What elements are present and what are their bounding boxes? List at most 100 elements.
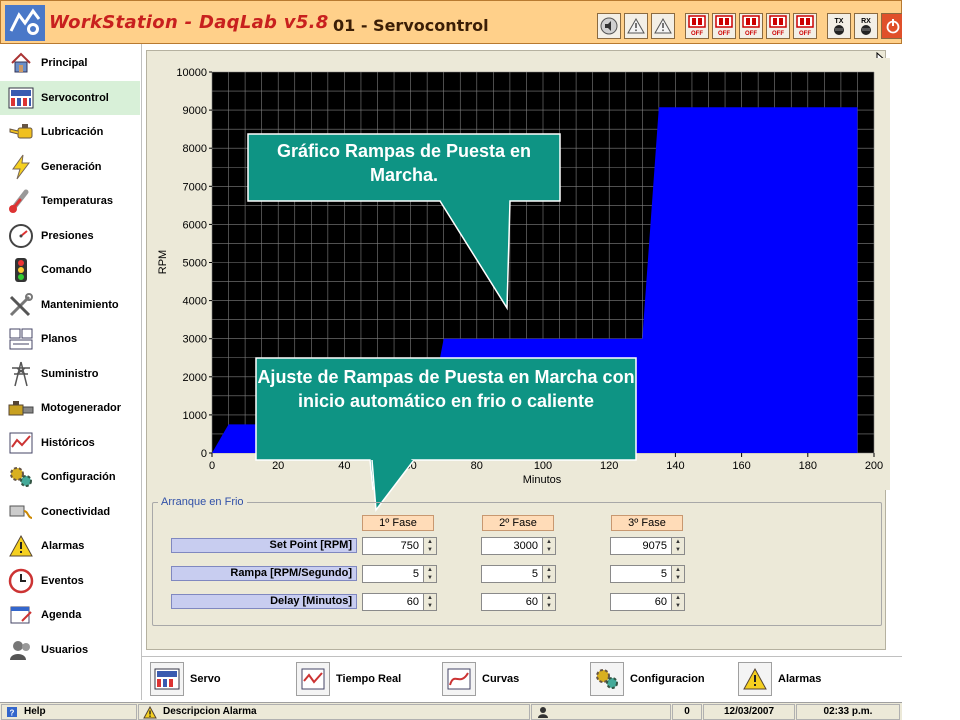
- gears-icon: [6, 462, 36, 492]
- status-time: 02:33 p.m.: [796, 704, 900, 720]
- spinner-arrows[interactable]: ▲ ▼: [543, 593, 556, 611]
- sidebar-item-label: Comando: [41, 264, 92, 276]
- sidebar-item-configuracion[interactable]: Configuración: [0, 460, 140, 494]
- sidebar-item-historicos[interactable]: Históricos: [0, 426, 140, 460]
- off-switch-icon[interactable]: OFF: [712, 13, 736, 39]
- sidebar-item-eventos[interactable]: Eventos: [0, 564, 140, 598]
- rampa-phase2-spinner[interactable]: 5 ▲ ▼: [481, 565, 556, 583]
- users-icon: [6, 635, 36, 665]
- spinner-value[interactable]: 5: [362, 565, 424, 583]
- delay-phase3-spinner[interactable]: 60 ▲ ▼: [610, 593, 685, 611]
- bottom-configuracion-label: Configuracion: [630, 673, 705, 685]
- spinner-value[interactable]: 60: [481, 593, 543, 611]
- rampa-phase3-spinner[interactable]: 5 ▲ ▼: [610, 565, 685, 583]
- rampa-phase1-spinner[interactable]: 5 ▲ ▼: [362, 565, 437, 583]
- history-chart-icon: [6, 428, 36, 458]
- warning-icon[interactable]: [651, 13, 675, 39]
- sidebar-item-usuarios[interactable]: Usuarios: [0, 633, 140, 667]
- y-tick-label: 0: [201, 448, 207, 460]
- off-switch-icon[interactable]: OFF: [766, 13, 790, 39]
- spinner-value[interactable]: 60: [610, 593, 672, 611]
- spinner-arrows[interactable]: ▲ ▼: [672, 565, 685, 583]
- spinner-arrows[interactable]: ▲ ▼: [424, 593, 437, 611]
- sidebar-item-label: Configuración: [41, 471, 116, 483]
- toolbar-icons: OFF OFF OFF OFF OFF TX RX: [597, 13, 905, 39]
- x-tick-label: 160: [732, 460, 750, 472]
- blueprint-icon: [6, 324, 36, 354]
- help-button[interactable]: ? Help: [1, 704, 137, 720]
- delay-phase1-spinner[interactable]: 60 ▲ ▼: [362, 593, 437, 611]
- warning-icon: [738, 662, 772, 696]
- setpoint-phase2-spinner[interactable]: 3000 ▲ ▼: [481, 537, 556, 555]
- settings-callout-text: Ajuste de Rampas de Puesta en Marcha con…: [257, 367, 635, 412]
- setpoint-label: Set Point [RPM]: [171, 538, 357, 553]
- sidebar-item-presiones[interactable]: Presiones: [0, 219, 140, 253]
- sidebar-item-alarmas[interactable]: Alarmas: [0, 529, 140, 563]
- x-tick-label: 140: [666, 460, 684, 472]
- spinner-value[interactable]: 750: [362, 537, 424, 555]
- servo-icon: [150, 662, 184, 696]
- spinner-arrows[interactable]: ▲ ▼: [543, 565, 556, 583]
- y-tick-label: 10000: [176, 67, 207, 79]
- sidebar-item-principal[interactable]: Principal: [0, 46, 140, 80]
- home-icon: [6, 48, 36, 78]
- status-bar: ? Help Descripcion Alarma 0 12/03/2007 0…: [0, 702, 902, 720]
- clock-icon: [6, 566, 36, 596]
- speaker-icon[interactable]: [597, 13, 621, 39]
- warning-icon[interactable]: [624, 13, 648, 39]
- setpoint-phase3-spinner[interactable]: 9075 ▲ ▼: [610, 537, 685, 555]
- y-tick-label: 8000: [183, 143, 207, 155]
- rpm-chart: 0 1000 2000 3000 4000 5000 6000 7000 8000 9000 100…: [150, 58, 890, 513]
- setpoint-phase1-spinner[interactable]: 750 ▲ ▼: [362, 537, 437, 555]
- help-label: Help: [24, 706, 46, 717]
- bottom-tiempo-real-label: Tiempo Real: [336, 673, 402, 685]
- delay-phase2-spinner[interactable]: 60 ▲ ▼: [481, 593, 556, 611]
- bottom-curvas-button[interactable]: Curvas: [442, 661, 519, 697]
- sidebar-item-label: Generación: [41, 161, 102, 173]
- sidebar-item-suministro[interactable]: Suministro: [0, 357, 140, 391]
- bottom-configuracion-button[interactable]: Configuracion: [590, 661, 705, 697]
- spinner-arrows[interactable]: ▲ ▼: [543, 537, 556, 555]
- curves-icon: [442, 662, 476, 696]
- user-icon: [538, 707, 548, 718]
- off-switch-icon[interactable]: OFF: [739, 13, 763, 39]
- spinner-value[interactable]: 3000: [481, 537, 543, 555]
- spinner-value[interactable]: 60: [362, 593, 424, 611]
- sidebar-item-lubricacion[interactable]: Lubricación: [0, 115, 140, 149]
- bottom-curvas-label: Curvas: [482, 673, 520, 685]
- sidebar-item-comando[interactable]: Comando: [0, 253, 140, 287]
- sidebar-item-mantenimiento[interactable]: Mantenimiento: [0, 288, 140, 322]
- sidebar-item-motogenerador[interactable]: Motogenerador: [0, 391, 140, 425]
- spinner-arrows[interactable]: ▲ ▼: [672, 537, 685, 555]
- sidebar-item-agenda[interactable]: Agenda: [0, 598, 140, 632]
- sidebar-item-conectividad[interactable]: Conectividad: [0, 495, 140, 529]
- tx-icon[interactable]: TX: [827, 13, 851, 39]
- off-switch-label: OFF: [799, 31, 811, 37]
- spinner-arrows[interactable]: ▲ ▼: [672, 593, 685, 611]
- sidebar-item-label: Usuarios: [41, 644, 89, 656]
- spinner-value[interactable]: 5: [481, 565, 543, 583]
- spinner-value[interactable]: 5: [610, 565, 672, 583]
- y-tick-label: 1000: [183, 410, 207, 422]
- sidebar-item-temperaturas[interactable]: Temperaturas: [0, 184, 140, 218]
- alarm-description: Descripcion Alarma: [138, 704, 530, 720]
- off-switch-icon[interactable]: OFF: [685, 13, 709, 39]
- sidebar-item-generacion[interactable]: Generación: [0, 150, 140, 184]
- bottom-alarmas-label: Alarmas: [778, 673, 822, 685]
- bottom-tiempo-real-button[interactable]: Tiempo Real: [296, 661, 401, 697]
- spinner-arrows[interactable]: ▲ ▼: [424, 565, 437, 583]
- sidebar-item-label: Presiones: [41, 230, 94, 242]
- spinner-arrows[interactable]: ▲ ▼: [424, 537, 437, 555]
- off-switch-label: OFF: [745, 31, 757, 37]
- sidebar-item-label: Conectividad: [41, 506, 111, 518]
- bottom-servo-button[interactable]: Servo: [150, 661, 221, 697]
- rx-icon[interactable]: RX: [854, 13, 878, 39]
- sidebar-item-planos[interactable]: Planos: [0, 322, 140, 356]
- off-switch-icon[interactable]: OFF: [793, 13, 817, 39]
- spinner-value[interactable]: 9075: [610, 537, 672, 555]
- bottom-alarmas-button[interactable]: Alarmas: [738, 661, 821, 697]
- network-icon: [6, 497, 36, 527]
- sidebar-item-servocontrol[interactable]: Servocontrol: [0, 81, 140, 115]
- rpm-chart-svg: 0100020003000400050006000700080009000100…: [150, 58, 890, 513]
- svg-text:?: ?: [10, 709, 15, 718]
